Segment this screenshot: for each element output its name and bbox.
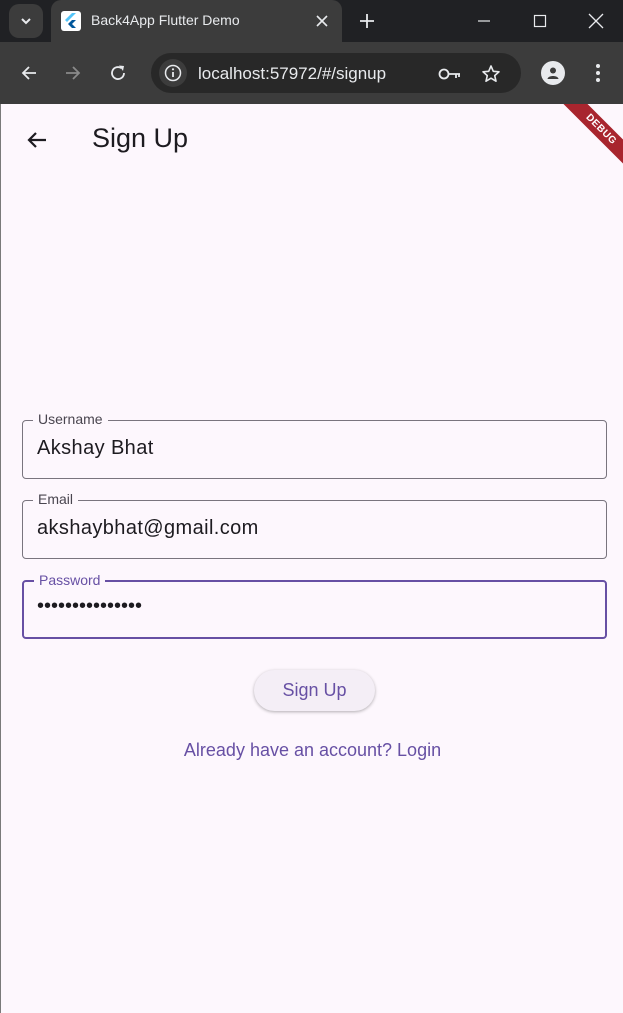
reload-icon[interactable] xyxy=(103,58,133,88)
username-field[interactable]: Username Akshay Bhat xyxy=(22,411,607,479)
address-bar[interactable]: localhost:57972/#/signup xyxy=(151,53,521,93)
person-icon[interactable] xyxy=(541,61,565,85)
app-viewport: Sign Up DEBUG Username Akshay Bhat Email… xyxy=(0,104,623,1013)
signup-button[interactable]: Sign Up xyxy=(254,670,375,711)
password-value[interactable]: ••••••••••••••• xyxy=(37,595,142,618)
flutter-icon xyxy=(61,11,81,31)
arrow-left-icon[interactable] xyxy=(14,58,44,88)
username-label: Username xyxy=(33,411,108,427)
minimize-icon[interactable] xyxy=(456,0,512,42)
arrow-right-icon[interactable] xyxy=(58,58,88,88)
browser-titlebar: Back4App Flutter Demo xyxy=(0,0,623,42)
star-icon[interactable] xyxy=(478,61,504,87)
plus-icon[interactable] xyxy=(354,8,380,34)
username-value[interactable]: Akshay Bhat xyxy=(37,437,154,460)
arrow-back-icon[interactable] xyxy=(19,122,55,158)
close-icon[interactable] xyxy=(312,11,332,31)
chevron-down-icon xyxy=(21,18,31,25)
close-window-icon[interactable] xyxy=(568,0,623,42)
key-icon[interactable] xyxy=(437,61,463,87)
email-label: Email xyxy=(33,491,79,507)
maximize-icon[interactable] xyxy=(512,0,568,42)
tab-search-button[interactable] xyxy=(9,4,43,38)
browser-toolbar: localhost:57972/#/signup xyxy=(0,42,623,104)
kebab-icon[interactable] xyxy=(586,58,610,88)
info-icon[interactable] xyxy=(159,59,187,87)
email-field[interactable]: Email akshaybhat@gmail.com xyxy=(22,491,607,559)
browser-tab[interactable]: Back4App Flutter Demo xyxy=(51,0,342,42)
login-link[interactable]: Already have an account? Login xyxy=(1,740,623,761)
password-field[interactable]: Password ••••••••••••••• xyxy=(22,572,607,639)
page-title: Sign Up xyxy=(92,123,189,153)
url-text[interactable]: localhost:57972/#/signup xyxy=(198,64,386,84)
tab-title: Back4App Flutter Demo xyxy=(91,12,240,28)
debug-banner: DEBUG xyxy=(552,104,623,178)
password-label: Password xyxy=(34,572,106,588)
email-value[interactable]: akshaybhat@gmail.com xyxy=(37,517,259,540)
